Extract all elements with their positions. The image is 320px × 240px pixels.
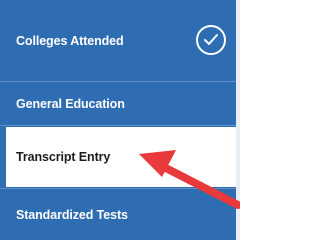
check-circle-icon [196,25,226,55]
nav-item-label: Transcript Entry [16,150,111,164]
sidebar-nav: Colleges Attended General Education Tran… [0,0,240,240]
nav-item-label: Colleges Attended [16,33,124,48]
nav-item-label: General Education [16,97,125,111]
nav-item-transcript-entry[interactable]: Transcript Entry [0,127,236,187]
nav-item-colleges-attended[interactable]: Colleges Attended [0,0,236,82]
nav-item-standardized-tests[interactable]: Standardized Tests [0,188,236,240]
screen: Colleges Attended General Education Tran… [0,0,240,240]
nav-item-label: Standardized Tests [16,207,128,222]
nav-item-general-education[interactable]: General Education [0,83,236,126]
